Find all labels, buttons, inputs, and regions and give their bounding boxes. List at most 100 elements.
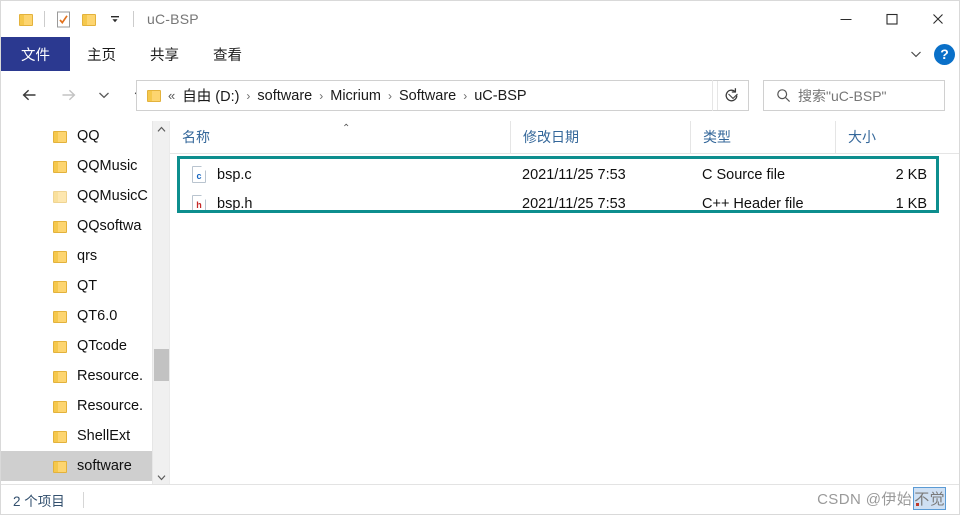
search-icon: [777, 89, 791, 103]
breadcrumb-overflow-icon[interactable]: «: [162, 88, 177, 103]
new-folder-icon[interactable]: [76, 6, 102, 32]
file-name: bsp.c: [217, 166, 252, 183]
help-button[interactable]: ?: [934, 43, 955, 65]
sidebar-item-label: QT: [77, 278, 98, 294]
file-type: C Source file: [702, 166, 786, 183]
sidebar-item-shellext[interactable]: ShellExt: [1, 421, 169, 451]
column-header-type[interactable]: 类型: [690, 121, 835, 153]
forward-button[interactable]: [53, 80, 83, 110]
folder-icon: [53, 370, 68, 383]
recent-locations-button[interactable]: [89, 80, 119, 110]
table-row[interactable]: h bsp.h 2021/11/25 7:53 C++ Header file …: [170, 189, 959, 218]
maximize-button[interactable]: [869, 1, 915, 37]
sidebar-item-software[interactable]: software: [1, 451, 169, 481]
sidebar-item-resource-2[interactable]: Resource.: [1, 391, 169, 421]
minimize-button[interactable]: [823, 1, 869, 37]
chevron-down-glyph: [157, 475, 165, 481]
scrollbar-thumb[interactable]: [154, 349, 169, 381]
file-name: bsp.h: [217, 195, 253, 212]
address-bar[interactable]: « 自由 (D:) › software › Micrium › Softwar…: [136, 80, 749, 111]
sidebar-item-qt[interactable]: QT: [1, 271, 169, 301]
sidebar-item-label: software: [77, 458, 132, 474]
folder-icon: [53, 190, 68, 203]
maximize-icon: [886, 13, 898, 25]
breadcrumb-sep-4: ›: [463, 88, 468, 103]
address-folder-icon: [144, 89, 162, 102]
tab-file[interactable]: 文件: [1, 37, 70, 71]
sidebar-item-label: Resource.: [77, 368, 144, 384]
item-count-label: 2 个项目: [13, 493, 65, 509]
customize-dropdown-icon[interactable]: [102, 6, 128, 32]
tab-share[interactable]: 共享: [133, 37, 196, 71]
breadcrumb-item-ucbsp[interactable]: uC-BSP: [469, 86, 531, 106]
breadcrumb-item-software[interactable]: software: [252, 86, 317, 106]
navigation-pane: QQ QQMusic QQMusicC QQsoftwa qrs QT QT6.…: [1, 121, 170, 486]
file-icon-letter: h: [196, 200, 202, 210]
file-type: C++ Header file: [702, 195, 804, 212]
folder-icon: [53, 340, 68, 353]
sidebar-item-qtcode[interactable]: QTcode: [1, 331, 169, 361]
sidebar-item-label: qrs: [77, 248, 98, 264]
close-button[interactable]: [915, 1, 959, 37]
breadcrumb-sep-1: ›: [246, 88, 251, 103]
folder-glyph: [18, 13, 34, 26]
column-header-size[interactable]: 大小: [835, 121, 941, 153]
file-name-cell: c bsp.c: [170, 166, 510, 183]
file-date: 2021/11/25 7:53: [522, 195, 626, 212]
expand-ribbon-chevron-down-icon[interactable]: [904, 42, 928, 66]
refresh-button[interactable]: [712, 80, 749, 111]
sidebar-item-resource-1[interactable]: Resource.: [1, 361, 169, 391]
dropdown-glyph: [111, 16, 119, 23]
breadcrumb-item-software2[interactable]: Software: [394, 86, 461, 106]
qat-divider-1: [44, 11, 45, 27]
arrow-right-icon: [62, 89, 76, 101]
tab-home[interactable]: 主页: [70, 37, 133, 71]
folder-icon[interactable]: [13, 6, 39, 32]
sidebar-item-qqmusicc[interactable]: QQMusicC: [1, 181, 169, 211]
title-bar: uC-BSP: [1, 1, 959, 37]
qat-divider-2: [133, 11, 134, 27]
back-button[interactable]: [15, 80, 45, 110]
sidebar-item-label: QTcode: [77, 338, 127, 354]
watermark-prefix: CSDN @伊始: [817, 491, 913, 508]
sidebar-item-qqmusic[interactable]: QQMusic: [1, 151, 169, 181]
sidebar-item-label: Resource.: [77, 398, 144, 414]
table-row[interactable]: c bsp.c 2021/11/25 7:53 C Source file 2 …: [170, 160, 959, 189]
folder-icon: [53, 280, 68, 293]
column-header-date[interactable]: 修改日期: [510, 121, 690, 153]
sidebar-scrollbar[interactable]: [152, 121, 169, 486]
scroll-up-arrow-icon[interactable]: [153, 121, 169, 138]
chevron-up-glyph: [157, 126, 165, 132]
chevron-down-glyph: [911, 51, 921, 58]
sidebar-item-qrs[interactable]: qrs: [1, 241, 169, 271]
search-placeholder: 搜索"uC-BSP": [798, 87, 887, 104]
status-divider: [82, 491, 84, 508]
breadcrumb-item-drive[interactable]: 自由 (D:): [177, 83, 244, 108]
properties-icon[interactable]: [50, 6, 76, 32]
file-date: 2021/11/25 7:53: [522, 166, 626, 183]
sidebar-item-qt60[interactable]: QT6.0: [1, 301, 169, 331]
column-header-name[interactable]: 名称: [170, 121, 510, 153]
sidebar-item-label: ShellExt: [77, 428, 131, 444]
properties-glyph: [56, 11, 70, 27]
column-headers: ⌃ 名称 修改日期 类型 大小: [170, 121, 959, 154]
tab-view[interactable]: 查看: [196, 37, 259, 71]
sidebar-item-qq[interactable]: QQ: [1, 121, 169, 151]
watermark: CSDN @伊始 不觉: [817, 487, 946, 510]
folder-icon: [53, 400, 68, 413]
folder-icon: [53, 130, 68, 143]
explorer-window: uC-BSP 文件 主页 共享 查看 ? « 自由 (D:) › softwar…: [0, 0, 960, 515]
main-content: QQ QQMusic QQMusicC QQsoftwa qrs QT QT6.…: [1, 121, 959, 486]
folder-icon: [53, 220, 68, 233]
chevron-down-icon: [99, 92, 109, 99]
quick-access-toolbar: uC-BSP: [1, 1, 199, 37]
sidebar-item-label: QQ: [77, 128, 100, 144]
breadcrumb-sep-2: ›: [319, 88, 324, 103]
status-bar: 2 个项目 CSDN @伊始 不觉: [1, 484, 959, 514]
folder-icon: [53, 310, 68, 323]
sidebar-item-qqsoftware[interactable]: QQsoftwa: [1, 211, 169, 241]
h-header-file-icon: h: [192, 195, 206, 212]
breadcrumb-item-micrium[interactable]: Micrium: [325, 86, 386, 106]
search-input[interactable]: 搜索"uC-BSP": [763, 80, 945, 111]
window-title: uC-BSP: [147, 11, 199, 27]
